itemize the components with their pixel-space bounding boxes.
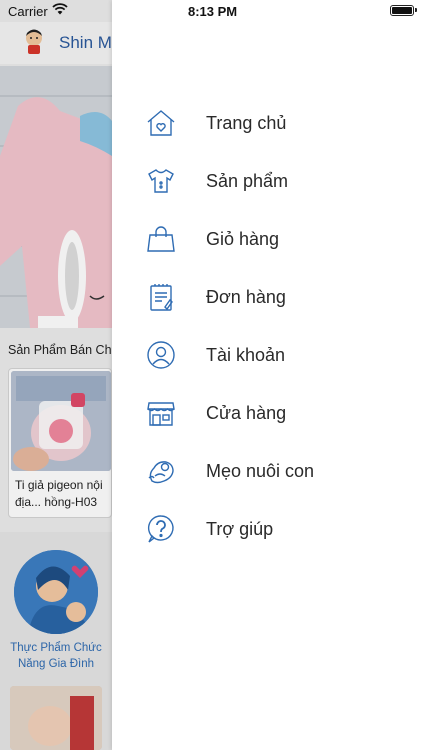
drawer-overlay[interactable] [0, 0, 112, 750]
baby-clothes-icon [146, 166, 176, 196]
user-account-icon [146, 340, 176, 370]
menu-item-parenting-tips[interactable]: Mẹo nuôi con [112, 442, 422, 500]
menu-item-label: Đơn hàng [206, 287, 286, 307]
menu-item-label: Sản phẩm [206, 171, 289, 191]
menu-item-orders[interactable]: Đơn hàng [112, 268, 422, 326]
shopping-bag-icon [146, 224, 176, 254]
wifi-icon [52, 3, 68, 18]
menu-item-help[interactable]: Trợ giúp [112, 500, 422, 558]
menu-item-label: Mẹo nuôi con [206, 461, 315, 481]
menu-item-home[interactable]: Trang chủ [112, 94, 422, 152]
menu-item-store[interactable]: Cửa hàng [112, 384, 422, 442]
menu-item-label: Tài khoản [206, 345, 286, 365]
drawer-menu: Trang chủ Sản phẩm Giỏ hàng Đơn hàng Tài [112, 94, 422, 558]
order-list-icon [146, 282, 176, 312]
menu-item-cart[interactable]: Giỏ hàng [112, 210, 422, 268]
menu-item-account[interactable]: Tài khoản [112, 326, 422, 384]
menu-item-label: Giỏ hàng [206, 229, 280, 249]
store-icon [146, 398, 176, 428]
home-icon [146, 108, 176, 138]
menu-item-products[interactable]: Sản phẩm [112, 152, 422, 210]
help-icon [146, 514, 176, 544]
carrier-label: Carrier [8, 4, 48, 19]
battery-icon [390, 5, 417, 16]
menu-item-label: Trợ giúp [206, 519, 274, 539]
background-app: Shin M Sản Phẩm Bán Ch Ti giả pigeon nội… [0, 0, 112, 750]
menu-item-label: Cửa hàng [206, 403, 287, 423]
baby-tips-icon [146, 456, 176, 486]
clock: 8:13 PM [188, 4, 238, 19]
status-bar: Carrier 8:13 PM [0, 0, 422, 22]
navigation-drawer: Trang chủ Sản phẩm Giỏ hàng Đơn hàng Tài [112, 0, 422, 750]
menu-item-label: Trang chủ [206, 113, 287, 133]
